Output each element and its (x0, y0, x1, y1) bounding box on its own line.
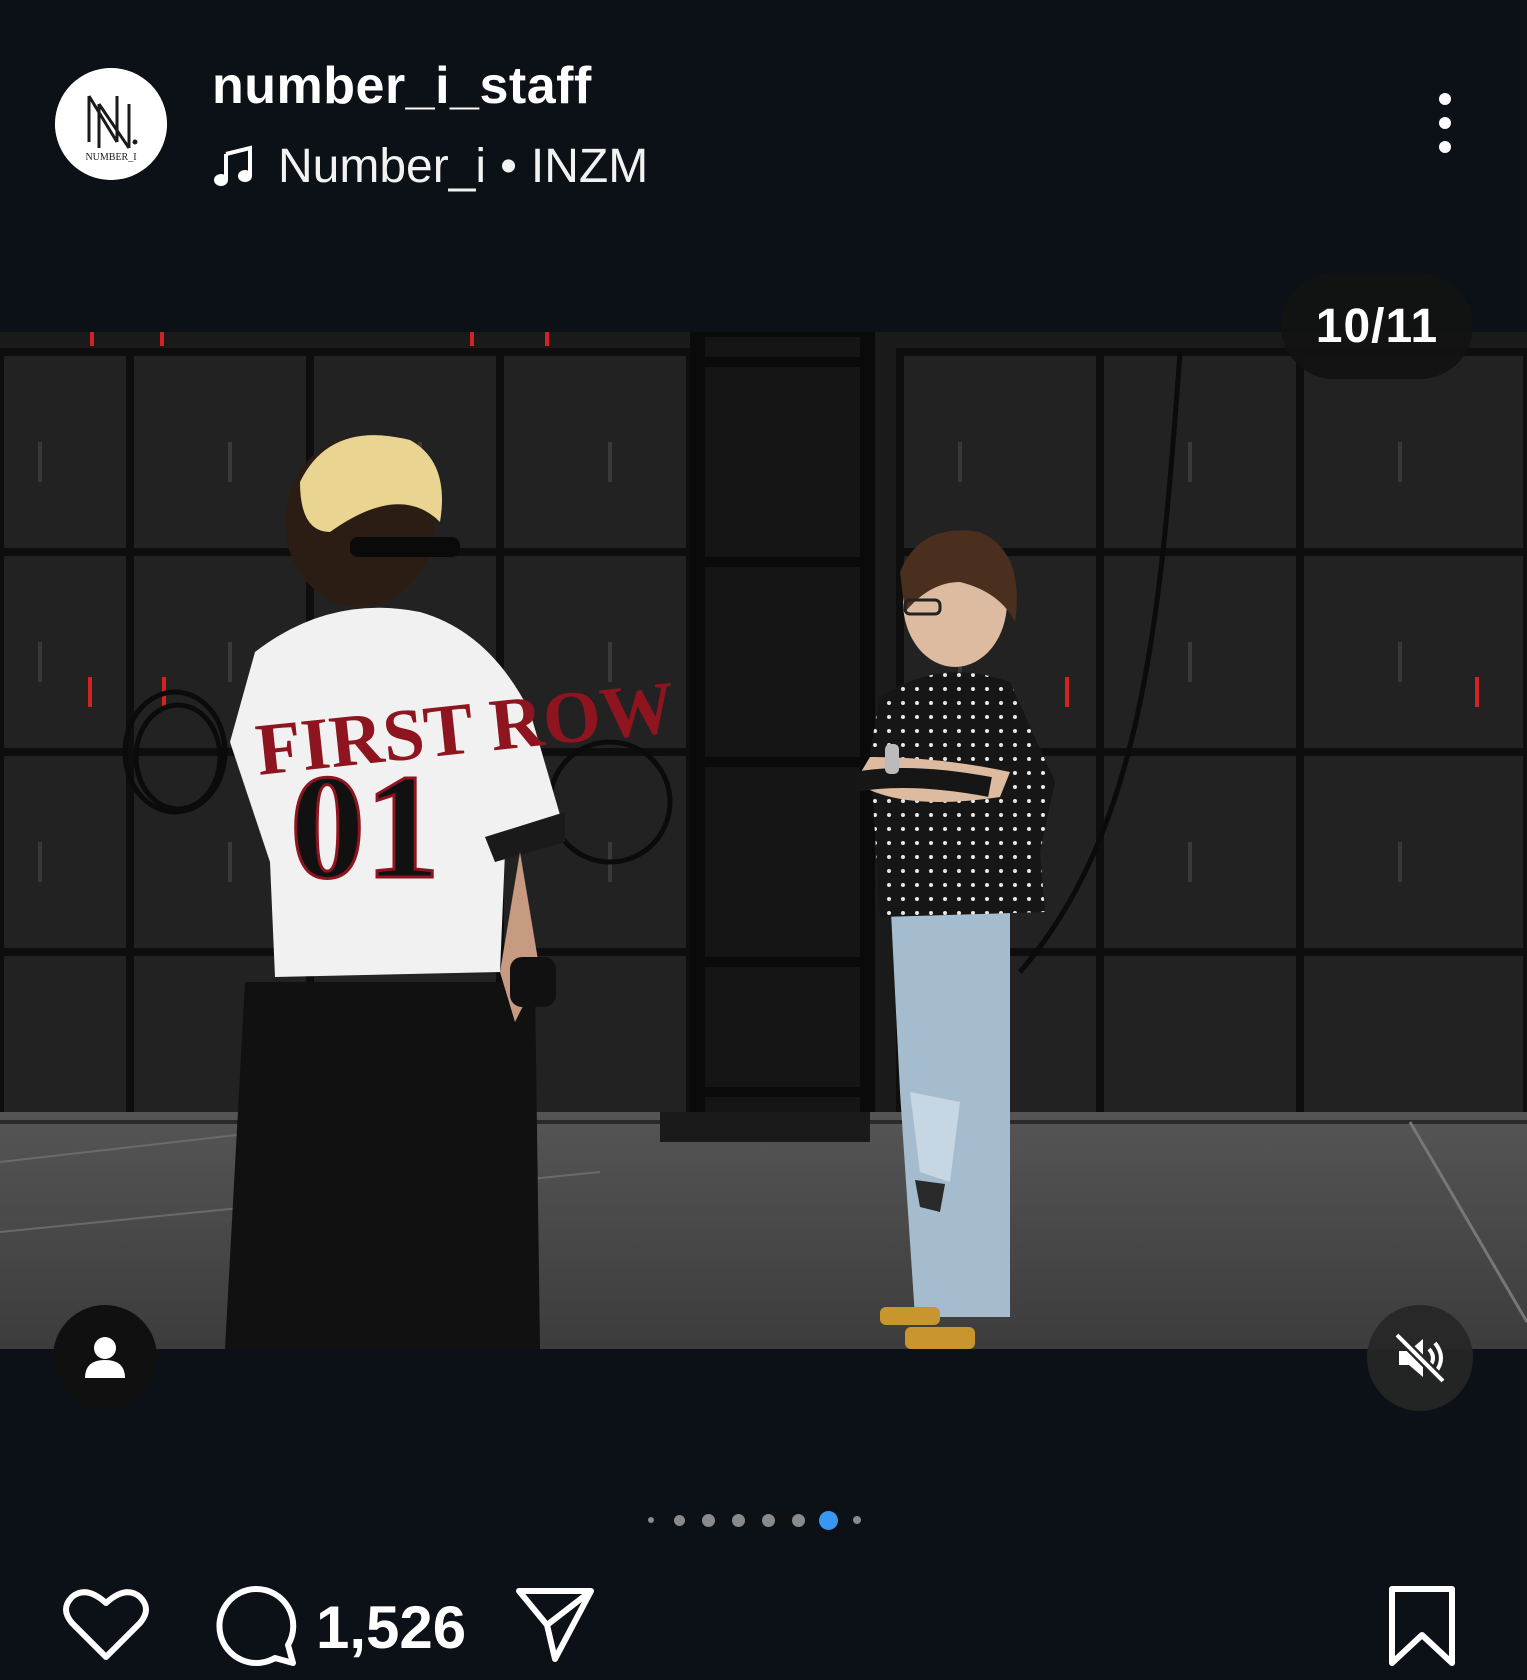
jersey-text-number: 01 (290, 744, 440, 910)
music-note-icon (214, 145, 252, 186)
truss-tower (690, 332, 875, 1137)
post-action-bar (0, 1575, 1527, 1680)
pagination-dot (762, 1514, 775, 1527)
more-dot (1439, 141, 1451, 153)
speaker-muted-icon (1393, 1331, 1447, 1385)
pagination-dot-active (819, 1511, 838, 1530)
number-i-logo: NUMBER_I (55, 68, 167, 180)
pagination-dot (853, 1516, 861, 1524)
pagination-dot (792, 1514, 805, 1527)
person-icon (85, 1337, 125, 1378)
tagged-people-button[interactable] (53, 1305, 157, 1409)
pagination-dot (702, 1514, 715, 1527)
audio-artist: Number_i (278, 139, 487, 193)
post-photo[interactable]: FIRST ROW 01 (0, 332, 1527, 1349)
more-dot (1439, 117, 1451, 129)
audio-separator: • (500, 139, 517, 193)
comment-count[interactable]: 1,526 (316, 1593, 466, 1662)
pagination-dot (732, 1514, 745, 1527)
pagination-dot (674, 1515, 685, 1526)
pagination-dot (648, 1517, 654, 1523)
mute-button[interactable] (1367, 1305, 1473, 1411)
audio-attribution[interactable]: Number_i • INZM (212, 138, 648, 194)
comment-icon[interactable] (213, 1583, 299, 1669)
send-icon[interactable] (515, 1585, 595, 1665)
avatar-logo-text: NUMBER_I (85, 152, 136, 163)
audio-track: INZM (530, 139, 649, 193)
post-header: NUMBER_I number_i_staff Number_i • INZM (0, 0, 1527, 250)
username[interactable]: number_i_staff (212, 56, 592, 116)
carousel-pagination (0, 1508, 1527, 1532)
heart-icon[interactable] (62, 1585, 150, 1663)
more-options-button[interactable] (1422, 85, 1468, 161)
more-dot (1439, 93, 1451, 105)
stage-scene-illustration: FIRST ROW 01 (0, 332, 1527, 1349)
carousel-counter: 10/11 (1281, 273, 1473, 379)
profile-avatar[interactable]: NUMBER_I (55, 68, 167, 180)
bookmark-icon[interactable] (1386, 1585, 1458, 1669)
